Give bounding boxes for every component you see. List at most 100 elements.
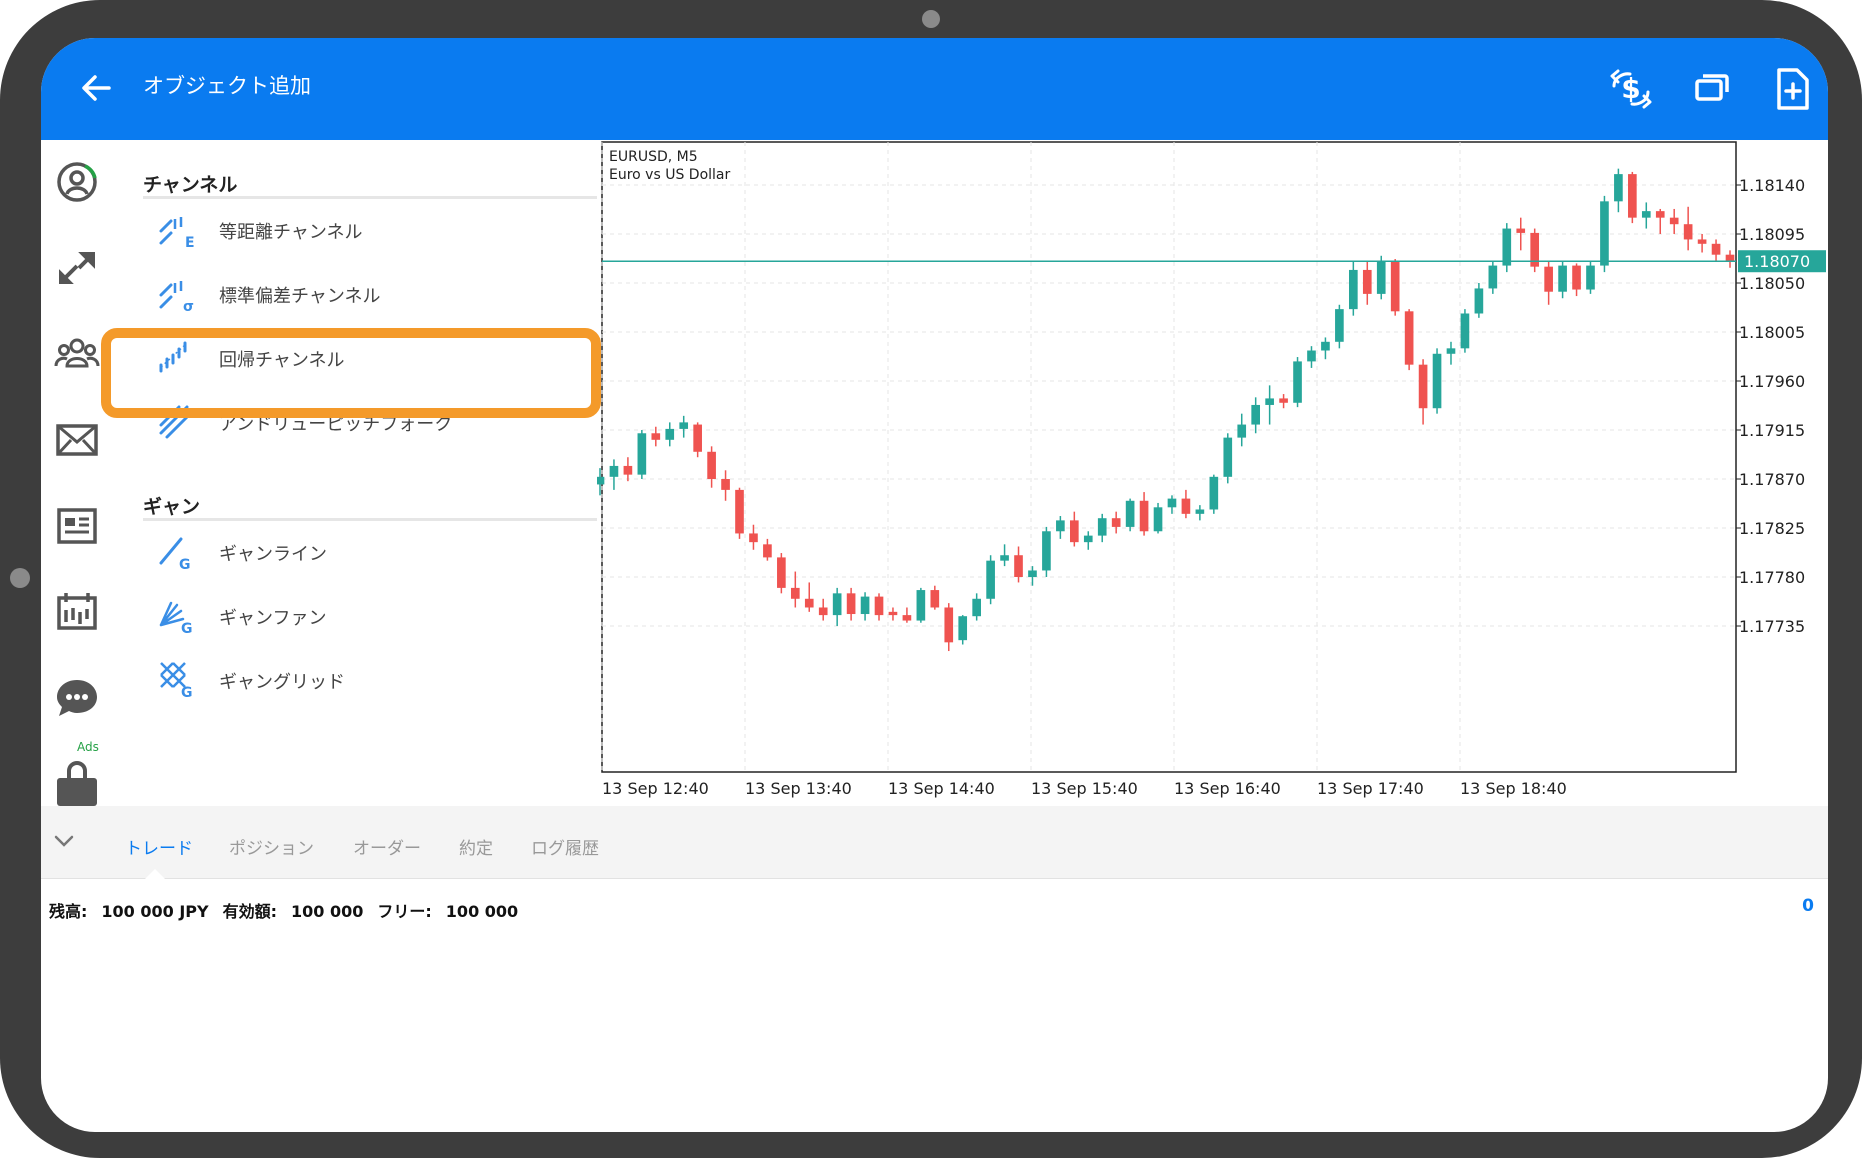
x-tick-label: 13 Sep 17:40 [1317,779,1424,798]
object-item-gann-fan[interactable]: G ギャンファン [143,580,597,650]
tab-orders[interactable]: オーダー [353,834,421,859]
chart-description-label: Euro vs US Dollar [609,167,731,183]
x-tick-label: 13 Sep 18:40 [1460,779,1567,798]
market-icon[interactable] [49,756,105,812]
free-margin-label: フリー: [377,902,432,921]
chat-icon[interactable] [49,670,105,726]
candle-body [972,598,981,617]
candle-body [1683,224,1693,240]
candle-body [1321,341,1330,351]
y-tick-label: 1.17825 [1739,519,1805,538]
candle-body [1251,404,1261,425]
free-margin-value: 100 000 [445,902,519,921]
candle-body [1349,269,1358,310]
chart-y-axis: 1.18140 1.18095 1.18050 1.18005 1.17960 1.179… [1736,176,1805,636]
candle-body [749,533,758,543]
x-tick-label: 13 Sep 16:40 [1174,779,1281,798]
object-item-gann-grid[interactable]: G ギャングリッド [143,644,597,714]
candle-body [846,593,856,615]
tab-deals[interactable]: 約定 [459,834,493,859]
candle-body [721,479,730,490]
candle-body [1069,520,1079,543]
screen: オブジェクト追加 $ Ads チャンネル E 等距離チャンネル σ 標準偏差チャ… [41,38,1828,1132]
object-item-stddev-channel[interactable]: σ 標準偏差チャンネル [143,258,597,328]
candle-body [888,611,898,616]
chevron-down-icon[interactable] [49,826,79,856]
candle-body [1572,265,1581,290]
highlight-box [101,328,601,418]
add-file-icon[interactable] [1765,62,1819,116]
calendar-icon[interactable] [49,584,105,640]
object-item-gann-line[interactable]: G ギャンライン [143,516,597,586]
y-tick-label: 1.18050 [1739,274,1805,293]
tab-trade[interactable]: トレード [125,834,193,859]
svg-text:σ: σ [183,299,194,313]
candle-body [1139,500,1149,532]
section-title-gann: ギャン [143,496,201,518]
account-icon[interactable] [49,154,105,210]
candle-body [1335,309,1344,342]
candle-body [1125,500,1135,527]
candle-body [874,596,884,616]
chart-x-axis: 13 Sep 12:40 13 Sep 13:40 13 Sep 14:40 13 S… [602,779,1567,798]
object-item-label: ギャングリッド [219,672,345,693]
back-arrow-icon[interactable] [71,63,121,113]
candle-body [597,476,605,485]
object-item-label: 等距離チャンネル [219,222,363,243]
candle-body [1669,217,1679,225]
trade-icon[interactable] [49,240,105,296]
svg-text:G: G [181,621,193,635]
candle-body [1390,261,1400,312]
candle-body [707,451,716,479]
object-item-equidistant-channel[interactable]: E 等距離チャンネル [143,194,597,264]
candle-body [1404,311,1414,365]
x-tick-label: 13 Sep 15:40 [1031,779,1138,798]
candle-body [735,489,744,534]
news-icon[interactable] [49,498,105,554]
x-tick-label: 13 Sep 13:40 [745,779,852,798]
y-tick-label: 1.17780 [1739,568,1805,587]
candle-body [1014,555,1023,577]
candle-body [1418,364,1428,409]
candle-body [1362,269,1372,294]
candle-body [679,422,689,429]
candle-body [623,465,633,475]
windows-icon[interactable] [1685,62,1739,116]
x-tick-label: 13 Sep 14:40 [888,779,995,798]
left-nav-bar: Ads [41,140,117,807]
candle-body [1628,174,1637,218]
candle-body [1265,398,1274,405]
y-tick-label: 1.18095 [1739,225,1805,244]
mail-icon[interactable] [49,412,105,468]
object-item-label: ギャンライン [219,544,327,565]
currency-exchange-icon[interactable]: $ [1604,62,1658,116]
candle-body [763,544,772,558]
tab-journal[interactable]: ログ履歴 [531,834,599,859]
candle-body [1056,520,1065,532]
svg-text:G: G [181,685,193,699]
candle-body [804,598,814,608]
gann-line-icon: G [159,537,191,571]
y-tick-label: 1.17915 [1739,421,1805,440]
community-icon[interactable] [49,326,105,382]
candle-body [860,596,870,615]
candle-body [930,590,940,608]
candle-body [1586,265,1595,290]
y-tick-label: 1.17960 [1739,372,1805,391]
ads-label: Ads [77,740,99,754]
equity-label: 有効額: [222,902,278,921]
svg-text:E: E [185,235,195,249]
candle-body [1446,348,1456,354]
app-bar: オブジェクト追加 $ [41,38,1828,140]
device-frame: オブジェクト追加 $ Ads チャンネル E 等距離チャンネル σ 標準偏差チャ… [0,0,1862,1158]
y-tick-label: 1.18140 [1739,176,1805,195]
candle-body [665,428,675,440]
candle-body [1237,424,1247,438]
price-chart[interactable]: EURUSD, M5 Euro vs US Dollar 1.181401.18… [597,140,1828,807]
candle-body [1293,361,1302,403]
candle-body [1083,535,1093,543]
candle-body [1209,476,1219,510]
svg-text:$: $ [1621,72,1640,105]
tab-positions[interactable]: ポジション [229,834,314,859]
candle-body [1502,228,1512,266]
